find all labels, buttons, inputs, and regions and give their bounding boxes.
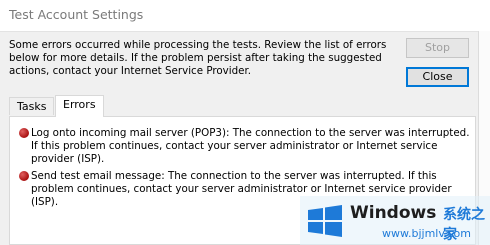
close-button[interactable]: Close	[406, 67, 469, 87]
stop-button[interactable]: Stop	[406, 38, 469, 58]
status-message: Some errors occurred while processing th…	[9, 39, 387, 77]
watermark-brand: Windows	[350, 203, 437, 223]
tab-errors[interactable]: Errors	[55, 95, 104, 117]
window-title: Test Account Settings	[9, 7, 144, 22]
error-icon	[19, 171, 29, 181]
watermark-url: www.bjjmlv.com	[382, 227, 471, 240]
windows-logo-icon	[308, 205, 342, 237]
error-text: Log onto incoming mail server (POP3): Th…	[31, 127, 470, 165]
tab-tasks[interactable]: Tasks	[9, 97, 55, 115]
title-bar: Test Account Settings	[0, 0, 490, 32]
watermark: Windows 系统之家 www.bjjmlv.com	[300, 196, 490, 245]
error-icon	[19, 128, 29, 138]
